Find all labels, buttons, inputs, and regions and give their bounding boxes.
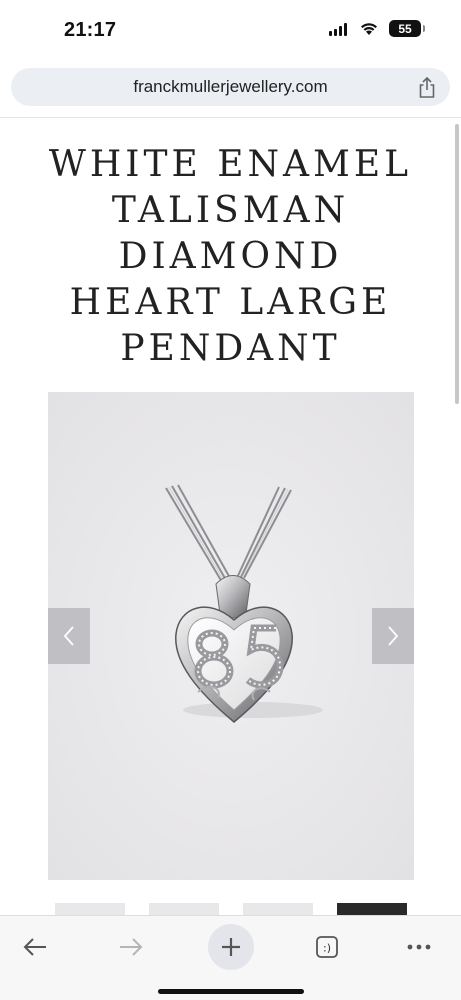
gallery-next-button[interactable]: [372, 608, 414, 664]
chevron-left-icon: [63, 626, 74, 646]
cellular-signal-icon: [329, 22, 349, 36]
more-icon: [407, 944, 431, 950]
product-title-line: TALISMAN: [111, 190, 350, 231]
forward-button[interactable]: [108, 924, 154, 970]
scrollbar[interactable]: [455, 124, 459, 404]
gallery-thumbnail[interactable]: [55, 903, 125, 915]
status-bar: 21:17 55: [0, 0, 461, 62]
tabs-glyph: :): [323, 942, 331, 955]
product-title-line: PENDANT: [120, 328, 341, 369]
browser-toolbar: :): [0, 915, 461, 1000]
tabs-button[interactable]: :): [304, 924, 350, 970]
back-icon: [23, 938, 46, 956]
gallery-thumbnail[interactable]: [243, 903, 313, 915]
battery-icon: 55: [389, 20, 425, 37]
new-tab-button[interactable]: [208, 924, 254, 970]
product-gallery[interactable]: [48, 392, 414, 880]
wifi-icon: [359, 21, 379, 36]
gallery-thumbnails: [55, 903, 415, 915]
browser-address-area: franckmullerjewellery.com: [0, 62, 461, 118]
gallery-thumbnail[interactable]: [337, 903, 407, 915]
gallery-thumbnail[interactable]: [149, 903, 219, 915]
share-icon[interactable]: [416, 77, 438, 99]
status-time: 21:17: [64, 19, 117, 41]
back-button[interactable]: [12, 924, 58, 970]
product-title: WHITE ENAMEL TALISMAN DIAMOND HEART LARG…: [20, 142, 441, 372]
new-tab-icon: [222, 938, 240, 956]
gallery-prev-button[interactable]: [48, 608, 90, 664]
forward-icon: [120, 938, 143, 956]
url-text: franckmullerjewellery.com: [133, 77, 328, 96]
product-title-line: HEART LARGE: [69, 282, 392, 323]
chevron-right-icon: [388, 626, 399, 646]
more-button[interactable]: [396, 924, 442, 970]
address-bar[interactable]: franckmullerjewellery.com: [11, 68, 450, 106]
product-title-line: WHITE ENAMEL: [48, 144, 413, 185]
pendant-image: [48, 392, 414, 880]
tabs-icon: :): [316, 936, 338, 958]
home-indicator: [158, 989, 304, 994]
product-title-line: DIAMOND: [118, 236, 343, 277]
status-icons: 55: [329, 20, 425, 37]
page-content: WHITE ENAMEL TALISMAN DIAMOND HEART LARG…: [0, 118, 461, 915]
